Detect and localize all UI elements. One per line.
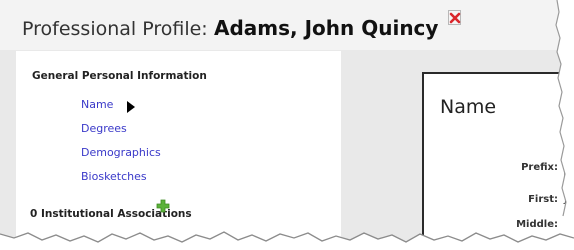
torn-bottom-edge (0, 231, 574, 250)
page-title-person-name: Adams, John Quincy (214, 16, 439, 40)
profile-header: Professional Profile: Adams, John Quincy (0, 0, 574, 50)
nav-link-name[interactable]: Name (81, 98, 113, 111)
active-arrow-icon (127, 101, 135, 113)
nav-link-biosketches[interactable]: Biosketches (81, 170, 147, 183)
delete-x-icon[interactable] (448, 10, 462, 26)
nav-link-demographics[interactable]: Demographics (81, 146, 161, 159)
add-plus-icon[interactable] (156, 199, 170, 213)
page-title-prefix: Professional Profile: (22, 18, 208, 40)
general-info-heading: General Personal Information (32, 70, 207, 82)
detail-panel-title: Name (440, 96, 497, 118)
profile-screen: Professional Profile: Adams, John Quincy… (0, 0, 574, 250)
torn-right-edge (555, 0, 574, 250)
nav-link-degrees[interactable]: Degrees (81, 122, 127, 135)
